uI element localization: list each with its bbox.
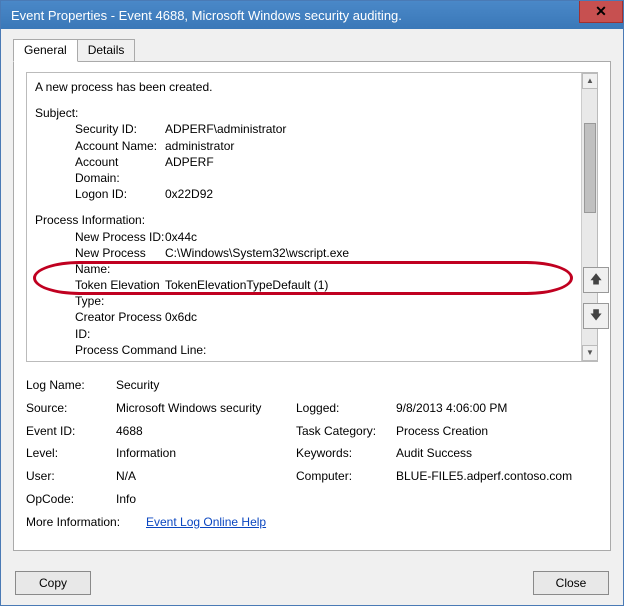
titlebar: Event Properties - Event 4688, Microsoft… [1, 1, 623, 29]
tab-general[interactable]: General [13, 39, 78, 62]
new-process-name-label: New Process Name: [35, 245, 165, 277]
account-domain-label: Account Domain: [35, 154, 165, 186]
close-button[interactable]: Close [533, 571, 609, 595]
task-category-label: Task Category: [296, 420, 396, 443]
computer-value: BLUE-FILE5.adperf.contoso.com [396, 465, 598, 488]
event-detail-textbox[interactable]: A new process has been created. Subject:… [26, 72, 598, 362]
scroll-thumb[interactable] [584, 123, 596, 213]
arrow-up-icon: 🡅 [590, 270, 602, 291]
window-title: Event Properties - Event 4688, Microsoft… [11, 8, 402, 23]
event-id-value: 4688 [116, 420, 296, 443]
event-properties-window: Event Properties - Event 4688, Microsoft… [0, 0, 624, 606]
close-icon: ✕ [595, 3, 607, 20]
dialog-body: General Details A new process has been c… [1, 29, 623, 561]
log-name-label: Log Name: [26, 374, 116, 397]
security-id-value: ADPERF\administrator [165, 121, 593, 137]
user-value: N/A [116, 465, 296, 488]
process-info-section-label: Process Information: [35, 212, 593, 228]
new-process-id-value: 0x44c [165, 229, 593, 245]
tab-details[interactable]: Details [77, 39, 136, 61]
source-value: Microsoft Windows security [116, 397, 296, 420]
copy-button[interactable]: Copy [15, 571, 91, 595]
dialog-footer: Copy Close [1, 561, 623, 605]
user-label: User: [26, 465, 116, 488]
account-domain-value: ADPERF [165, 154, 593, 186]
creator-process-id-label: Creator Process ID: [35, 309, 165, 341]
event-metadata-grid: Log Name: Security Source: Microsoft Win… [26, 374, 598, 534]
token-elevation-value: TokenElevationTypeDefault (1) [165, 277, 593, 309]
tab-content-general: A new process has been created. Subject:… [13, 61, 611, 551]
security-id-label: Security ID: [35, 121, 165, 137]
logon-id-value: 0x22D92 [165, 186, 593, 202]
account-name-label: Account Name: [35, 138, 165, 154]
log-name-value: Security [116, 374, 396, 397]
process-cmdline-value: "C:\Windows\System32\WScript.exe" "C:\sy… [35, 358, 593, 362]
process-cmdline-label: Process Command Line: [35, 342, 165, 358]
window-close-button[interactable]: ✕ [579, 1, 623, 23]
next-event-button[interactable]: 🡇 [583, 303, 609, 329]
new-process-name-value: C:\Windows\System32\wscript.exe [165, 245, 593, 277]
arrow-down-icon: 🡇 [590, 306, 602, 327]
logon-id-label: Logon ID: [35, 186, 165, 202]
event-log-online-help-link[interactable]: Event Log Online Help [146, 515, 266, 529]
task-category-value: Process Creation [396, 420, 598, 443]
computer-label: Computer: [296, 465, 396, 488]
scroll-down-icon[interactable]: ▼ [582, 345, 598, 361]
level-value: Information [116, 442, 296, 465]
scroll-up-icon[interactable]: ▲ [582, 73, 598, 89]
new-process-id-label: New Process ID: [35, 229, 165, 245]
creator-process-id-value: 0x6dc [165, 309, 593, 341]
detail-heading: A new process has been created. [35, 79, 593, 95]
tab-bar: General Details [13, 39, 611, 61]
source-label: Source: [26, 397, 116, 420]
opcode-label: OpCode: [26, 488, 116, 511]
keywords-value: Audit Success [396, 442, 598, 465]
logged-label: Logged: [296, 397, 396, 420]
more-info-label: More Information: [26, 511, 146, 534]
opcode-value: Info [116, 488, 296, 511]
token-elevation-label: Token Elevation Type: [35, 277, 165, 309]
subject-section-label: Subject: [35, 105, 593, 121]
event-id-label: Event ID: [26, 420, 116, 443]
prev-event-button[interactable]: 🡅 [583, 267, 609, 293]
logged-value: 9/8/2013 4:06:00 PM [396, 397, 598, 420]
level-label: Level: [26, 442, 116, 465]
account-name-value: administrator [165, 138, 593, 154]
keywords-label: Keywords: [296, 442, 396, 465]
